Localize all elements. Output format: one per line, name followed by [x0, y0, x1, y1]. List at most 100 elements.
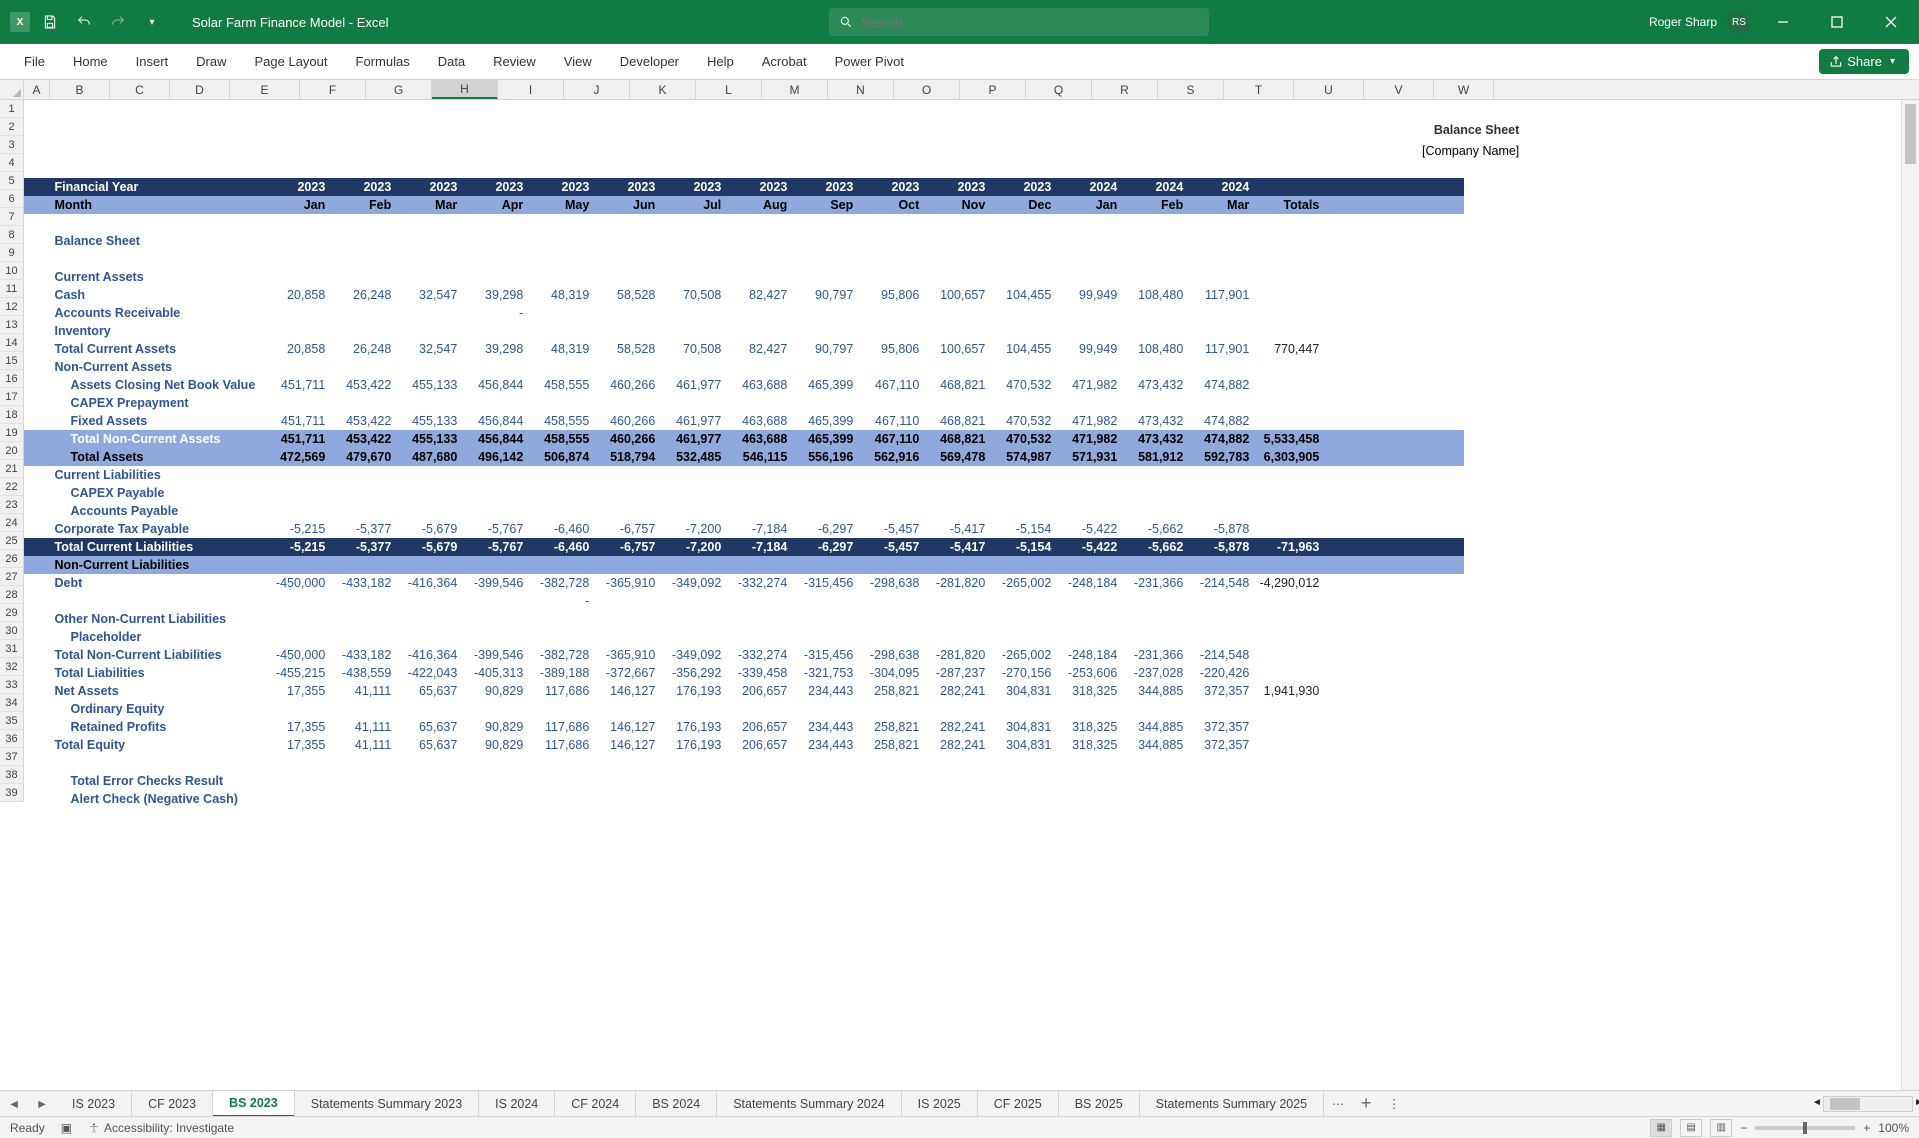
macro-record-icon[interactable]: ▣: [61, 1121, 72, 1135]
row-header-5[interactable]: 5: [0, 172, 24, 190]
ribbon-tab-view[interactable]: View: [550, 44, 606, 80]
vertical-scrollbar[interactable]: [1901, 100, 1919, 1090]
row-header-15[interactable]: 15: [0, 352, 24, 370]
accessibility-status[interactable]: Accessibility: Investigate: [88, 1121, 234, 1135]
column-header-F[interactable]: F: [300, 80, 366, 99]
row-header-7[interactable]: 7: [0, 208, 24, 226]
column-header-R[interactable]: R: [1092, 80, 1158, 99]
normal-view-button[interactable]: ▦: [1650, 1119, 1672, 1137]
row-header-18[interactable]: 18: [0, 406, 24, 424]
share-button[interactable]: Share▾: [1819, 49, 1909, 74]
row-header-13[interactable]: 13: [0, 316, 24, 334]
maximize-button[interactable]: [1815, 0, 1859, 44]
row-header-1[interactable]: 1: [0, 100, 24, 118]
column-header-O[interactable]: O: [894, 80, 960, 99]
zoom-slider[interactable]: [1755, 1126, 1855, 1130]
save-icon[interactable]: [36, 8, 64, 36]
column-header-D[interactable]: D: [170, 80, 230, 99]
tab-options-button[interactable]: ⋮: [1380, 1096, 1408, 1111]
row-header-39[interactable]: 39: [0, 784, 24, 802]
column-header-C[interactable]: C: [110, 80, 170, 99]
row-header-16[interactable]: 16: [0, 370, 24, 388]
ribbon-tab-draw[interactable]: Draw: [182, 44, 240, 80]
ribbon-tab-review[interactable]: Review: [479, 44, 550, 80]
column-header-V[interactable]: V: [1364, 80, 1434, 99]
ribbon-tab-power-pivot[interactable]: Power Pivot: [821, 44, 918, 80]
zoom-level[interactable]: 100%: [1878, 1121, 1909, 1135]
column-header-E[interactable]: E: [230, 80, 300, 99]
ribbon-tab-data[interactable]: Data: [424, 44, 479, 80]
row-header-23[interactable]: 23: [0, 496, 24, 514]
row-header-35[interactable]: 35: [0, 712, 24, 730]
sheet-tab-statements-summary-2025[interactable]: Statements Summary 2025: [1140, 1091, 1324, 1117]
row-header-37[interactable]: 37: [0, 748, 24, 766]
row-header-27[interactable]: 27: [0, 568, 24, 586]
column-header-H[interactable]: H: [432, 80, 498, 99]
redo-icon[interactable]: [104, 8, 132, 36]
column-header-U[interactable]: U: [1294, 80, 1364, 99]
column-header-G[interactable]: G: [366, 80, 432, 99]
row-header-11[interactable]: 11: [0, 280, 24, 298]
row-header-25[interactable]: 25: [0, 532, 24, 550]
row-header-17[interactable]: 17: [0, 388, 24, 406]
ribbon-tab-acrobat[interactable]: Acrobat: [748, 44, 821, 80]
column-header-B[interactable]: B: [50, 80, 110, 99]
sheet-tab-bs-2023[interactable]: BS 2023: [213, 1091, 295, 1117]
column-header-Q[interactable]: Q: [1026, 80, 1092, 99]
row-header-19[interactable]: 19: [0, 424, 24, 442]
add-sheet-button[interactable]: +: [1352, 1093, 1380, 1114]
column-header-K[interactable]: K: [630, 80, 696, 99]
ribbon-tab-help[interactable]: Help: [693, 44, 748, 80]
row-header-31[interactable]: 31: [0, 640, 24, 658]
zoom-in-button[interactable]: +: [1863, 1121, 1870, 1135]
page-layout-view-button[interactable]: ▤: [1680, 1119, 1702, 1137]
sheet-tab-is-2023[interactable]: IS 2023: [56, 1091, 132, 1117]
column-header-A[interactable]: A: [24, 80, 50, 99]
column-header-S[interactable]: S: [1158, 80, 1224, 99]
sheet-tab-bs-2025[interactable]: BS 2025: [1059, 1091, 1140, 1117]
row-header-30[interactable]: 30: [0, 622, 24, 640]
sheet-cells[interactable]: Balance Sheet[Company Name]Financial Yea…: [24, 100, 1524, 809]
sheet-tab-cf-2023[interactable]: CF 2023: [132, 1091, 213, 1117]
sheet-tab-cf-2025[interactable]: CF 2025: [978, 1091, 1059, 1117]
column-header-N[interactable]: N: [828, 80, 894, 99]
sheet-tab-statements-summary-2024[interactable]: Statements Summary 2024: [717, 1091, 901, 1117]
zoom-out-button[interactable]: −: [1740, 1121, 1747, 1135]
row-header-14[interactable]: 14: [0, 334, 24, 352]
row-header-2[interactable]: 2: [0, 118, 24, 136]
row-header-38[interactable]: 38: [0, 766, 24, 784]
column-header-J[interactable]: J: [564, 80, 630, 99]
row-header-10[interactable]: 10: [0, 262, 24, 280]
row-header-9[interactable]: 9: [0, 244, 24, 262]
row-header-36[interactable]: 36: [0, 730, 24, 748]
column-header-T[interactable]: T: [1224, 80, 1294, 99]
search-input[interactable]: [861, 15, 1199, 30]
row-header-4[interactable]: 4: [0, 154, 24, 172]
tab-next-button[interactable]: ►: [28, 1097, 56, 1111]
close-button[interactable]: [1869, 0, 1913, 44]
sheet-tab-cf-2024[interactable]: CF 2024: [555, 1091, 636, 1117]
row-header-24[interactable]: 24: [0, 514, 24, 532]
ribbon-tab-file[interactable]: File: [10, 44, 59, 80]
minimize-button[interactable]: [1761, 0, 1805, 44]
sheet-tab-bs-2024[interactable]: BS 2024: [636, 1091, 717, 1117]
ribbon-tab-home[interactable]: Home: [59, 44, 122, 80]
tab-prev-button[interactable]: ◄: [0, 1097, 28, 1111]
qat-dropdown-icon[interactable]: ▾: [138, 8, 166, 36]
row-header-34[interactable]: 34: [0, 694, 24, 712]
column-header-M[interactable]: M: [762, 80, 828, 99]
ribbon-tab-insert[interactable]: Insert: [122, 44, 183, 80]
ribbon-tab-formulas[interactable]: Formulas: [342, 44, 424, 80]
row-header-20[interactable]: 20: [0, 442, 24, 460]
undo-icon[interactable]: [70, 8, 98, 36]
horizontal-scrollbar[interactable]: ◄ ►: [1823, 1096, 1913, 1112]
row-header-29[interactable]: 29: [0, 604, 24, 622]
row-header-33[interactable]: 33: [0, 676, 24, 694]
ribbon-tab-developer[interactable]: Developer: [606, 44, 693, 80]
row-header-3[interactable]: 3: [0, 136, 24, 154]
row-header-21[interactable]: 21: [0, 460, 24, 478]
column-header-W[interactable]: W: [1434, 80, 1494, 99]
sheet-tab-is-2024[interactable]: IS 2024: [479, 1091, 555, 1117]
tab-more-button[interactable]: ⋯: [1324, 1096, 1352, 1111]
sheet-tab-is-2025[interactable]: IS 2025: [902, 1091, 978, 1117]
